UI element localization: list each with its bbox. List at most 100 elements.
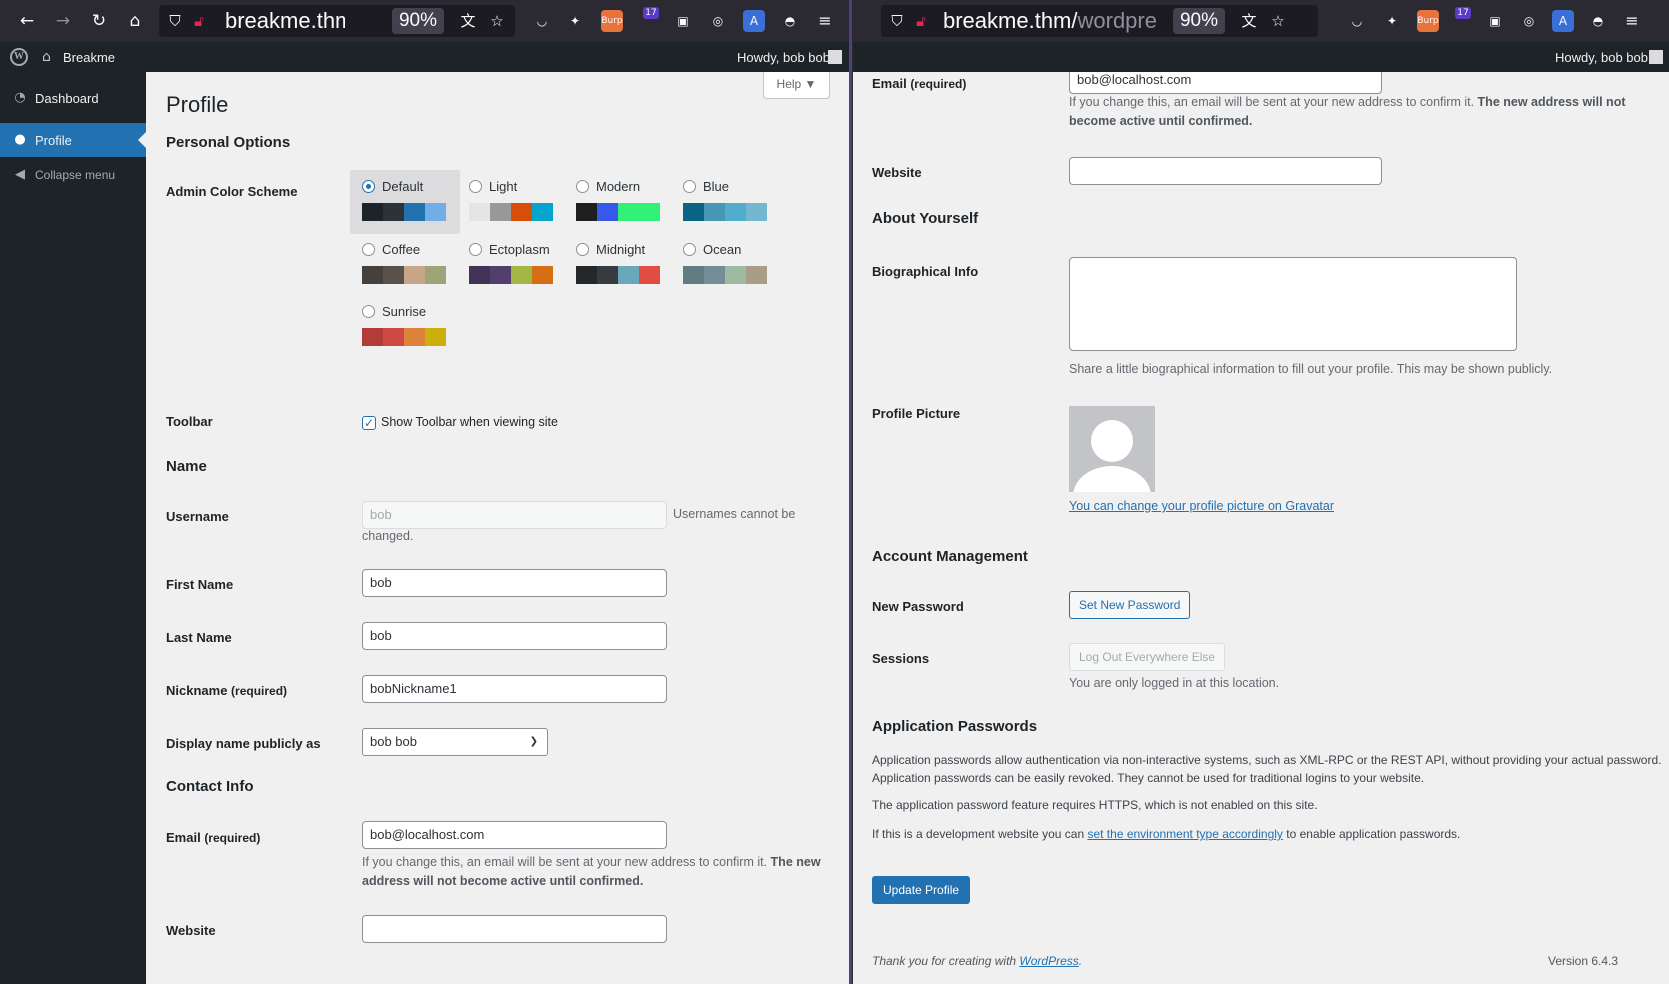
- back-icon[interactable]: ←: [14, 8, 40, 34]
- first-name-input[interactable]: bob: [362, 569, 667, 597]
- color-scheme-name: Light: [489, 179, 518, 194]
- email-input[interactable]: bob@localhost.com: [362, 821, 667, 849]
- log-out-everywhere-button: Log Out Everywhere Else: [1069, 643, 1226, 671]
- translate-extension-icon[interactable]: A: [743, 10, 765, 32]
- color-scheme-radio[interactable]: [362, 180, 375, 193]
- color-scheme-radio[interactable]: [362, 243, 375, 256]
- cookie-icon[interactable]: ◎: [707, 10, 729, 32]
- gravatar-link[interactable]: You can change your profile picture on G…: [1069, 499, 1334, 513]
- color-scheme-blue[interactable]: Blue: [671, 170, 781, 234]
- color-scheme-sunrise[interactable]: Sunrise: [350, 295, 460, 359]
- howdy-user[interactable]: Howdy, bob bob: [1555, 50, 1648, 65]
- bookmark-star-icon[interactable]: ☆: [1266, 8, 1290, 34]
- pocket-icon[interactable]: ◡: [531, 10, 553, 32]
- url-bar[interactable]: ⛉ 🔓︎ breakme.thm/wordpre 90% 文 ☆: [881, 5, 1318, 37]
- label-biographical-info: Biographical Info: [872, 264, 979, 279]
- footer-version: Version 6.4.3: [1548, 954, 1619, 968]
- cookie-icon[interactable]: ◎: [1518, 10, 1540, 32]
- image-extension-icon[interactable]: ▣: [1484, 10, 1506, 32]
- image-extension-icon[interactable]: ▣: [672, 10, 694, 32]
- site-name-link[interactable]: Breakme: [63, 50, 115, 65]
- username-note-cont: changed.: [362, 529, 414, 543]
- menu-icon[interactable]: ≡: [814, 10, 836, 32]
- set-new-password-button[interactable]: Set New Password: [1069, 591, 1191, 619]
- home-icon[interactable]: ⌂: [122, 8, 148, 34]
- wordpress-logo-icon[interactable]: W: [10, 48, 28, 66]
- bookmark-star-icon[interactable]: ☆: [485, 8, 509, 34]
- app-passwords-dev-note: If this is a development website you can…: [872, 827, 1461, 841]
- color-scheme-ectoplasm[interactable]: Ectoplasm: [457, 233, 567, 297]
- left-browser-window: ← → ↻ ⌂ ⛉ 🔓︎ breakme.thm/v 90% 文 ☆ ◡ ✦ B…: [0, 0, 849, 984]
- display-name-select[interactable]: bob bob ❯: [362, 728, 548, 756]
- color-swatches: [576, 203, 660, 221]
- url-text[interactable]: breakme.thm/v: [225, 9, 345, 33]
- sidebar-item-profile[interactable]: ● Profile: [0, 123, 146, 157]
- url-text[interactable]: breakme.thm/wordpre: [943, 9, 1165, 33]
- label-new-password: New Password: [872, 599, 964, 614]
- color-scheme-radio[interactable]: [362, 305, 375, 318]
- extensions-icon[interactable]: ✦: [1381, 10, 1403, 32]
- label-website: Website: [872, 165, 922, 180]
- update-profile-button[interactable]: Update Profile: [872, 876, 971, 904]
- avatar[interactable]: [828, 50, 842, 64]
- howdy-user[interactable]: Howdy, bob bob: [737, 50, 830, 65]
- hat-icon[interactable]: ◓: [1587, 10, 1609, 32]
- sidebar-collapse-menu[interactable]: ◀ Collapse menu: [0, 158, 146, 192]
- color-swatches: [683, 203, 767, 221]
- color-scheme-radio[interactable]: [469, 180, 482, 193]
- chevron-down-icon: ❯: [529, 736, 538, 747]
- wp-admin-bar: W ⌂ Breakme Howdy, bob bob: [0, 42, 849, 72]
- email-input[interactable]: bob@localhost.com: [1069, 72, 1382, 94]
- color-scheme-modern[interactable]: Modern: [564, 170, 674, 234]
- shield-icon: ⛉: [169, 12, 181, 30]
- reload-icon[interactable]: ↻: [86, 8, 112, 34]
- label-email: Email (required): [872, 76, 967, 91]
- burp-icon[interactable]: Burp: [601, 10, 623, 32]
- color-scheme-radio[interactable]: [576, 243, 589, 256]
- color-swatches: [469, 266, 553, 284]
- menu-icon[interactable]: ≡: [1621, 10, 1643, 32]
- translate-icon[interactable]: 文: [456, 8, 480, 34]
- label-sessions: Sessions: [872, 651, 930, 666]
- color-scheme-coffee[interactable]: Coffee: [350, 233, 460, 297]
- website-input[interactable]: [1069, 157, 1382, 185]
- color-scheme-radio[interactable]: [683, 180, 696, 193]
- environment-type-link[interactable]: set the environment type accordingly: [1087, 827, 1282, 841]
- zoom-level[interactable]: 90%: [1173, 8, 1225, 34]
- color-swatches: [362, 266, 446, 284]
- label-username: Username: [166, 509, 229, 524]
- shield-icon: ⛉: [891, 12, 903, 30]
- color-scheme-radio[interactable]: [576, 180, 589, 193]
- burp-icon[interactable]: Burp: [1417, 10, 1439, 32]
- sidebar-item-dashboard[interactable]: ◔ Dashboard: [0, 81, 146, 115]
- username-input: bob: [362, 501, 667, 529]
- website-input[interactable]: [362, 915, 667, 943]
- color-scheme-default[interactable]: Default: [350, 170, 460, 234]
- color-scheme-radio[interactable]: [683, 243, 696, 256]
- label-profile-picture: Profile Picture: [872, 406, 961, 421]
- last-name-input[interactable]: bob: [362, 622, 667, 650]
- forward-icon[interactable]: →: [50, 8, 76, 34]
- color-scheme-midnight[interactable]: Midnight: [564, 233, 674, 297]
- wordpress-link[interactable]: WordPress: [1019, 954, 1078, 968]
- translate-extension-icon[interactable]: A: [1552, 10, 1574, 32]
- extensions-icon[interactable]: ✦: [564, 10, 586, 32]
- color-scheme-ocean[interactable]: Ocean: [671, 233, 781, 297]
- show-toolbar-checkbox[interactable]: ✓: [362, 416, 376, 430]
- profile-content-left: Help ▼ Profile Personal Options Admin Co…: [146, 72, 849, 984]
- color-swatches: [362, 203, 446, 221]
- zoom-level[interactable]: 90%: [392, 8, 444, 34]
- help-tab-button[interactable]: Help ▼: [763, 72, 830, 99]
- hat-icon[interactable]: ◓: [779, 10, 801, 32]
- color-swatches: [683, 266, 767, 284]
- bio-textarea[interactable]: [1069, 257, 1517, 351]
- avatar[interactable]: [1649, 50, 1663, 64]
- nickname-input[interactable]: bobNickname1: [362, 675, 667, 703]
- color-scheme-name: Ectoplasm: [489, 242, 550, 257]
- color-scheme-radio[interactable]: [469, 243, 482, 256]
- browser-toolbar: ⛉ 🔓︎ breakme.thm/wordpre 90% 文 ☆ ◡ ✦ Bur…: [853, 0, 1669, 42]
- url-bar[interactable]: ⛉ 🔓︎ breakme.thm/v 90% 文 ☆: [159, 5, 515, 37]
- translate-icon[interactable]: 文: [1237, 8, 1261, 34]
- color-scheme-light[interactable]: Light: [457, 170, 567, 234]
- pocket-icon[interactable]: ◡: [1346, 10, 1368, 32]
